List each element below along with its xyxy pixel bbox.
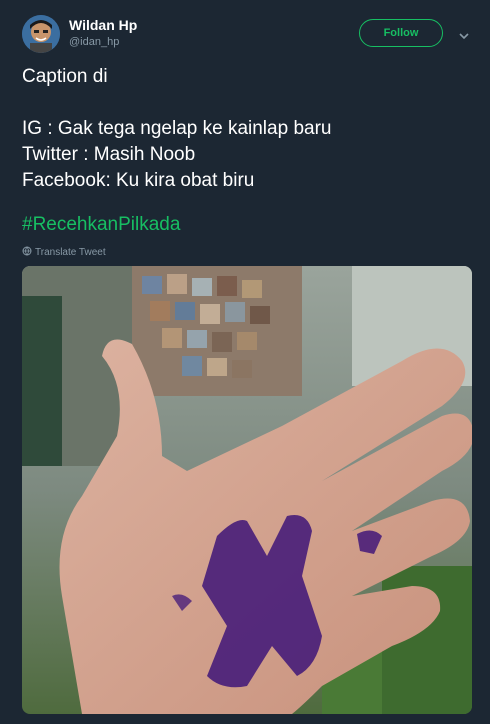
tweet-photo[interactable] (22, 266, 472, 714)
user-handle[interactable]: @idan_hp (69, 36, 119, 48)
tweet-text: Caption di IG : Gak tega ngelap ke kainl… (22, 66, 332, 191)
chevron-down-icon[interactable] (457, 28, 471, 40)
globe-icon (22, 246, 32, 259)
follow-button[interactable]: Follow (359, 19, 443, 47)
translate-label: Translate Tweet (35, 247, 106, 258)
translate-tweet-link[interactable]: Translate Tweet (22, 246, 106, 259)
hashtag-link[interactable]: #RecehkanPilkada (22, 214, 180, 236)
avatar[interactable] (22, 15, 60, 53)
display-name[interactable]: Wildan Hp (69, 17, 137, 33)
